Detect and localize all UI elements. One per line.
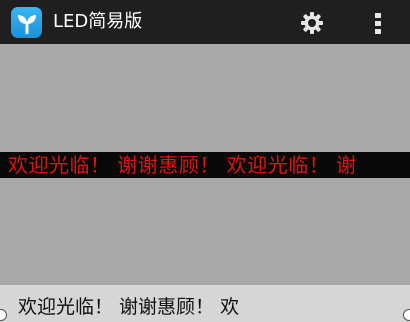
settings-button[interactable] (297, 8, 327, 38)
led-text-input[interactable] (0, 285, 410, 322)
app-title: LED简易版 (53, 11, 143, 32)
app-sprout-icon[interactable] (11, 7, 42, 38)
app-root: LED简易版 欢迎光临！ 谢谢惠顾！ 欢迎光临！ 谢 欢迎光临！ 谢谢惠顾！ 欢 (0, 0, 410, 322)
overflow-menu-button[interactable] (366, 8, 390, 38)
led-display-area[interactable]: 欢迎光临！ 谢谢惠顾！ 欢迎光临！ 谢 (0, 44, 410, 285)
selection-handle-right[interactable] (403, 309, 410, 321)
overflow-menu-icon (375, 13, 381, 34)
text-input-bar (0, 285, 410, 322)
led-scroll-text: 欢迎光临！ 谢谢惠顾！ 欢迎光临！ 谢 (8, 153, 357, 177)
led-marquee-band: 欢迎光临！ 谢谢惠顾！ 欢迎光临！ 谢 (0, 152, 410, 178)
action-bar: LED简易版 (0, 0, 410, 44)
gear-icon (301, 12, 323, 34)
